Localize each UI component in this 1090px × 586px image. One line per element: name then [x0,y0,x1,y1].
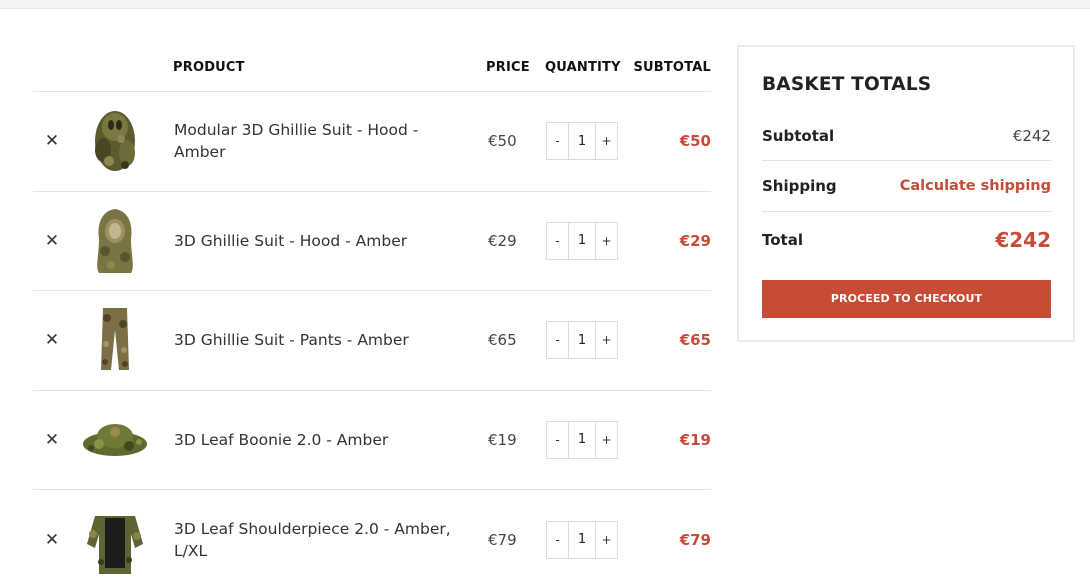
cart-row: ✕ 3D Leaf Boonie 2.0 - Amber €19 - + €19 [33,391,711,490]
quantity-input[interactable] [569,421,595,458]
quantity-stepper: - + [546,122,618,161]
product-name[interactable]: Modular 3D Ghillie Suit - Hood - Amber [174,119,469,163]
header-product: PRODUCT [173,60,245,75]
product-price: €65 [488,331,517,350]
product-price: €19 [488,430,517,449]
cart-row: ✕ 3D Leaf Shoulderpiece 2.0 - Amber, L/X… [33,490,711,586]
product-name[interactable]: 3D Ghillie Suit - Hood - Amber [174,230,469,252]
row-subtotal: €65 [679,331,711,350]
totals-subtotal-row: Subtotal €242 [762,111,1051,161]
header-subtotal: SUBTOTAL [633,60,711,75]
row-subtotal: €50 [679,132,711,151]
quantity-stepper: - + [546,321,618,360]
product-price: €79 [488,530,517,549]
product-image-hood-long[interactable] [81,205,149,277]
product-image-shoulderpiece[interactable] [81,504,149,576]
quantity-stepper: - + [546,420,618,459]
remove-item-button[interactable]: ✕ [43,331,61,349]
cart-row: ✕ 3D Ghillie Suit - Hood - Amber €29 - +… [33,192,711,291]
decrement-button[interactable]: - [547,521,569,558]
increment-button[interactable]: + [595,521,617,558]
increment-button[interactable]: + [595,322,617,359]
remove-item-button[interactable]: ✕ [43,431,61,449]
basket-totals-title: BASKET TOTALS [762,74,932,95]
decrement-button[interactable]: - [547,322,569,359]
remove-item-button[interactable]: ✕ [43,132,61,150]
shipping-label: Shipping [762,177,837,195]
row-subtotal: €79 [679,530,711,549]
quantity-input[interactable] [569,123,595,160]
remove-item-button[interactable]: ✕ [43,232,61,250]
subtotal-label: Subtotal [762,127,835,145]
remove-item-button[interactable]: ✕ [43,531,61,549]
total-label: Total [762,231,803,249]
decrement-button[interactable]: - [547,421,569,458]
totals-shipping-row: Shipping Calculate shipping [762,161,1051,212]
cart-row: ✕ 3D Ghillie Suit - Pants - Amber €65 - … [33,291,711,391]
quantity-input[interactable] [569,222,595,259]
total-value: €242 [995,228,1051,252]
product-image-pants[interactable] [81,304,149,376]
increment-button[interactable]: + [595,222,617,259]
header-quantity: QUANTITY [545,60,621,75]
product-name[interactable]: 3D Leaf Shoulderpiece 2.0 - Amber, L/XL [174,518,469,562]
cart-table: PRODUCT PRICE QUANTITY SUBTOTAL ✕ Modula… [33,44,711,586]
product-price: €50 [488,132,517,151]
product-name[interactable]: 3D Leaf Boonie 2.0 - Amber [174,429,469,451]
quantity-input[interactable] [569,322,595,359]
basket-totals-panel: BASKET TOTALS Subtotal €242 Shipping Cal… [737,45,1075,342]
product-image-boonie[interactable] [81,404,149,476]
increment-button[interactable]: + [595,123,617,160]
top-bar [0,0,1090,9]
row-subtotal: €19 [679,430,711,449]
totals-total-row: Total €242 [762,212,1051,272]
header-price: PRICE [486,60,530,75]
row-subtotal: €29 [679,231,711,250]
decrement-button[interactable]: - [547,222,569,259]
calculate-shipping-link[interactable]: Calculate shipping [900,178,1051,194]
proceed-to-checkout-button[interactable]: PROCEED TO CHECKOUT [762,280,1051,318]
decrement-button[interactable]: - [547,123,569,160]
quantity-stepper: - + [546,221,618,260]
increment-button[interactable]: + [595,421,617,458]
product-name[interactable]: 3D Ghillie Suit - Pants - Amber [174,329,469,351]
quantity-input[interactable] [569,521,595,558]
product-image-hood[interactable] [81,105,149,177]
subtotal-value: €242 [1012,127,1051,145]
cart-row: ✕ Modular 3D Ghillie Suit - Hood - Amber… [33,92,711,192]
cart-table-header: PRODUCT PRICE QUANTITY SUBTOTAL [33,44,711,92]
product-price: €29 [488,231,517,250]
quantity-stepper: - + [546,520,618,559]
